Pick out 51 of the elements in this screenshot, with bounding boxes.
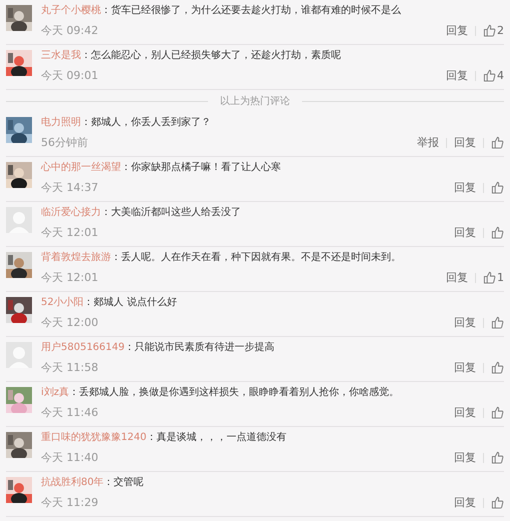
username-link[interactable]: 抗战胜利80年 — [41, 477, 104, 488]
hot-comments-divider-label: 以上为热门评论 — [220, 94, 290, 108]
action-link[interactable]: 回复 — [454, 180, 476, 195]
action-link[interactable]: 回复 — [454, 450, 476, 465]
comment-time: 今天 12:01 — [41, 225, 98, 240]
action-link[interactable]: 举报 — [417, 135, 439, 150]
action-link[interactable]: 回复 — [454, 225, 476, 240]
username-link[interactable]: 重口味的犹犹豫豫1240 — [41, 432, 146, 443]
comment-text: ：只能说市民素质有待进一步提高 — [124, 342, 275, 353]
comment-time: 今天 09:42 — [41, 23, 98, 38]
action-link[interactable]: 回复 — [446, 68, 468, 83]
like-button[interactable] — [491, 406, 504, 419]
like-button[interactable] — [491, 316, 504, 329]
comment-time: 今天 11:40 — [41, 450, 98, 465]
like-button[interactable]: 4 — [483, 69, 504, 82]
like-button[interactable]: 2 — [483, 24, 504, 37]
comment-time: 今天 12:01 — [41, 270, 98, 285]
action-link[interactable]: 回复 — [446, 23, 468, 38]
like-button[interactable]: 1 — [483, 271, 504, 284]
comment-time: 今天 12:00 — [41, 315, 98, 330]
like-button[interactable] — [491, 136, 504, 149]
action-link[interactable]: 回复 — [454, 360, 476, 375]
comment-time: 今天 14:37 — [41, 180, 98, 195]
username-link[interactable]: 丸子个小樱桃 — [41, 5, 101, 16]
action-link[interactable]: 回复 — [454, 135, 476, 150]
comment-text: ：真是谈城，，，一点道德没有 — [146, 432, 286, 443]
comment-text: ：郯城人 说点什么好 — [84, 297, 177, 308]
username-link[interactable]: 三水是我 — [41, 50, 81, 61]
like-button[interactable] — [491, 496, 504, 509]
comment-text: ：丢人呢。人在作天在看，种下因就有果。不是不还是时间未到。 — [111, 252, 401, 263]
comment-time: 56分钟前 — [41, 135, 88, 150]
comment-time: 今天 11:29 — [41, 495, 98, 510]
action-link[interactable]: 回复 — [454, 405, 476, 420]
comment-text: ：货车已经很惨了，为什么还要去趁火打劫，谁都有难的时候不是么 — [101, 5, 401, 16]
comment-text: ：丢郯城人脸，换做是你遇到这样损失，眼睁睁看着别人抢你，你啥感觉。 — [69, 387, 400, 398]
like-button[interactable] — [491, 361, 504, 374]
like-button[interactable] — [491, 451, 504, 464]
like-button[interactable] — [491, 181, 504, 194]
action-link[interactable]: 回复 — [446, 270, 468, 285]
comment-time: 今天 11:46 — [41, 405, 98, 420]
comment-text: ：怎么能忍心，别人已经损失够大了，还趁火打劫，素质呢 — [81, 50, 341, 61]
comment-text: ：大美临沂都叫这些人给丢没了 — [101, 207, 241, 218]
comment-text: ：郯城人，你丢人丢到家了？ — [81, 117, 211, 128]
username-link[interactable]: 电力照明 — [41, 117, 81, 128]
comment-time: 今天 09:01 — [41, 68, 98, 83]
comment-time: 今天 11:58 — [41, 360, 98, 375]
like-button[interactable] — [491, 226, 504, 239]
action-link[interactable]: 回复 — [454, 495, 476, 510]
action-link[interactable]: 回复 — [454, 315, 476, 330]
comment-text: ：你家缺那点橘子嘛！看了让人心寒 — [121, 162, 281, 173]
comment-text: ：交管呢 — [104, 477, 144, 488]
